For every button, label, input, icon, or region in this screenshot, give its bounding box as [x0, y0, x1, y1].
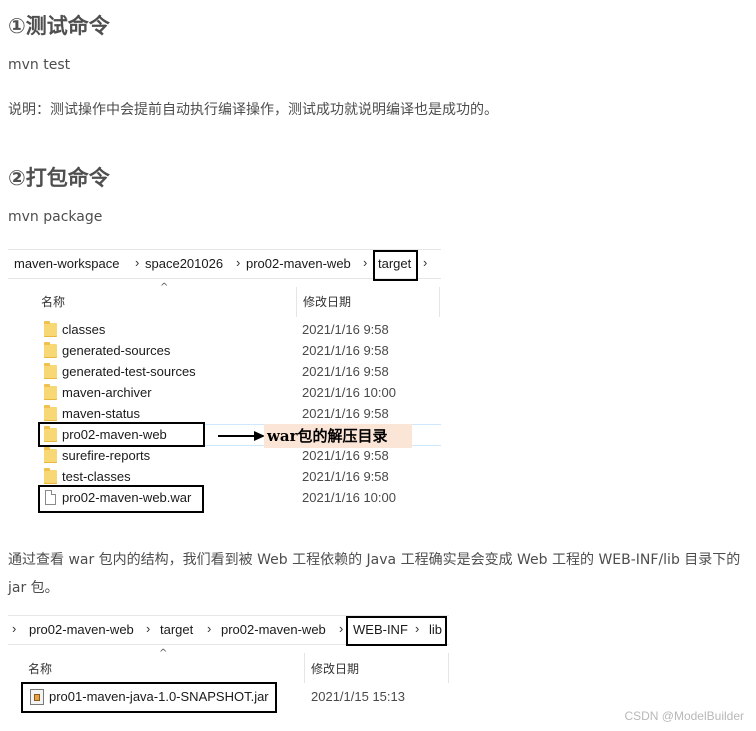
folder-icon	[44, 405, 57, 421]
command-mvn-test: mvn test	[8, 57, 71, 73]
arrow-right-icon	[218, 431, 265, 441]
explorer-screenshot-lib: › pro02-maven-web › target › pro02-maven…	[8, 615, 449, 717]
column-divider	[296, 287, 297, 317]
column-header-date[interactable]: 修改日期	[303, 293, 351, 310]
file-date: 2021/1/16 9:58	[302, 469, 389, 484]
file-name: test-classes	[62, 469, 131, 484]
file-date: 2021/1/16 9:58	[302, 364, 389, 379]
chevron-right-icon: ›	[207, 621, 212, 636]
column-header-date[interactable]: 修改日期	[311, 660, 359, 677]
breadcrumb-pro02-maven-web[interactable]: pro02-maven-web	[246, 256, 351, 271]
file-row[interactable]: generated-test-sources 2021/1/16 9:58	[40, 362, 440, 383]
file-name: generated-sources	[62, 343, 171, 358]
highlight-box-web-inf-lib	[346, 616, 447, 646]
war-structure-explanation: 通过查看 war 包内的结构，我们看到被 Web 工程依赖的 Java 工程确实…	[8, 552, 741, 596]
annotation-unpacked-dir: war包的解压目录	[264, 424, 412, 448]
highlight-box-war	[38, 485, 204, 513]
folder-icon	[44, 321, 57, 337]
highlight-box-jar	[21, 682, 277, 713]
section-heading-package: ②打包命令	[8, 166, 110, 190]
file-date: 2021/1/16 9:58	[302, 322, 389, 337]
section-heading-test: ①测试命令	[8, 14, 110, 38]
breadcrumb-pro02-maven-web-2[interactable]: pro02-maven-web	[221, 622, 326, 637]
file-date: 2021/1/16 9:58	[302, 406, 389, 421]
column-divider	[448, 653, 449, 683]
column-divider	[304, 653, 305, 683]
file-date: 2021/1/15 15:13	[311, 689, 405, 704]
column-header-name[interactable]: 名称	[41, 293, 65, 310]
command-mvn-package: mvn package	[8, 209, 103, 225]
chevron-right-icon: ›	[236, 255, 241, 270]
file-name: maven-archiver	[62, 385, 152, 400]
sort-up-icon: ^	[159, 648, 168, 659]
highlight-box-folder	[38, 422, 205, 447]
chevron-right-icon: ›	[423, 255, 428, 270]
file-name: generated-test-sources	[62, 364, 196, 379]
file-name: classes	[62, 322, 106, 337]
breadcrumb-maven-workspace[interactable]: maven-workspace	[14, 256, 120, 271]
breadcrumb-space201026[interactable]: space201026	[145, 256, 223, 271]
file-row[interactable]: maven-archiver 2021/1/16 10:00	[40, 383, 440, 404]
breadcrumb-pro02-maven-web[interactable]: pro02-maven-web	[29, 622, 134, 637]
file-date: 2021/1/16 9:58	[302, 448, 389, 463]
column-divider	[439, 287, 440, 317]
file-row[interactable]: surefire-reports 2021/1/16 9:58	[40, 446, 440, 467]
file-date: 2021/1/16 9:58	[302, 343, 389, 358]
explorer-screenshot-target: maven-workspace › space201026 › pro02-ma…	[8, 249, 441, 514]
chevron-right-icon: ›	[135, 255, 140, 270]
file-name: maven-status	[62, 406, 141, 421]
breadcrumb-target[interactable]: target	[160, 622, 193, 637]
folder-icon	[44, 447, 57, 463]
chevron-right-icon: ›	[363, 255, 368, 270]
file-date: 2021/1/16 10:00	[302, 490, 396, 505]
folder-icon	[44, 384, 57, 400]
chevron-right-icon: ›	[146, 621, 151, 636]
watermark: CSDN @ModelBuilder	[624, 709, 744, 723]
folder-icon	[44, 342, 57, 358]
folder-icon	[44, 363, 57, 379]
file-row[interactable]: generated-sources 2021/1/16 9:58	[40, 341, 440, 362]
test-note: 说明：测试操作中会提前自动执行编译操作，测试成功就说明编译也是成功的。	[8, 102, 498, 118]
file-name: surefire-reports	[62, 448, 151, 463]
highlight-box-target	[373, 250, 418, 281]
file-date: 2021/1/16 10:00	[302, 385, 396, 400]
chevron-right-icon: ›	[12, 621, 17, 636]
file-row[interactable]: classes 2021/1/16 9:58	[40, 320, 440, 341]
chevron-right-icon: ›	[339, 621, 344, 636]
folder-icon	[44, 468, 57, 484]
sort-up-icon: ^	[160, 282, 169, 293]
column-header-name[interactable]: 名称	[28, 660, 52, 677]
